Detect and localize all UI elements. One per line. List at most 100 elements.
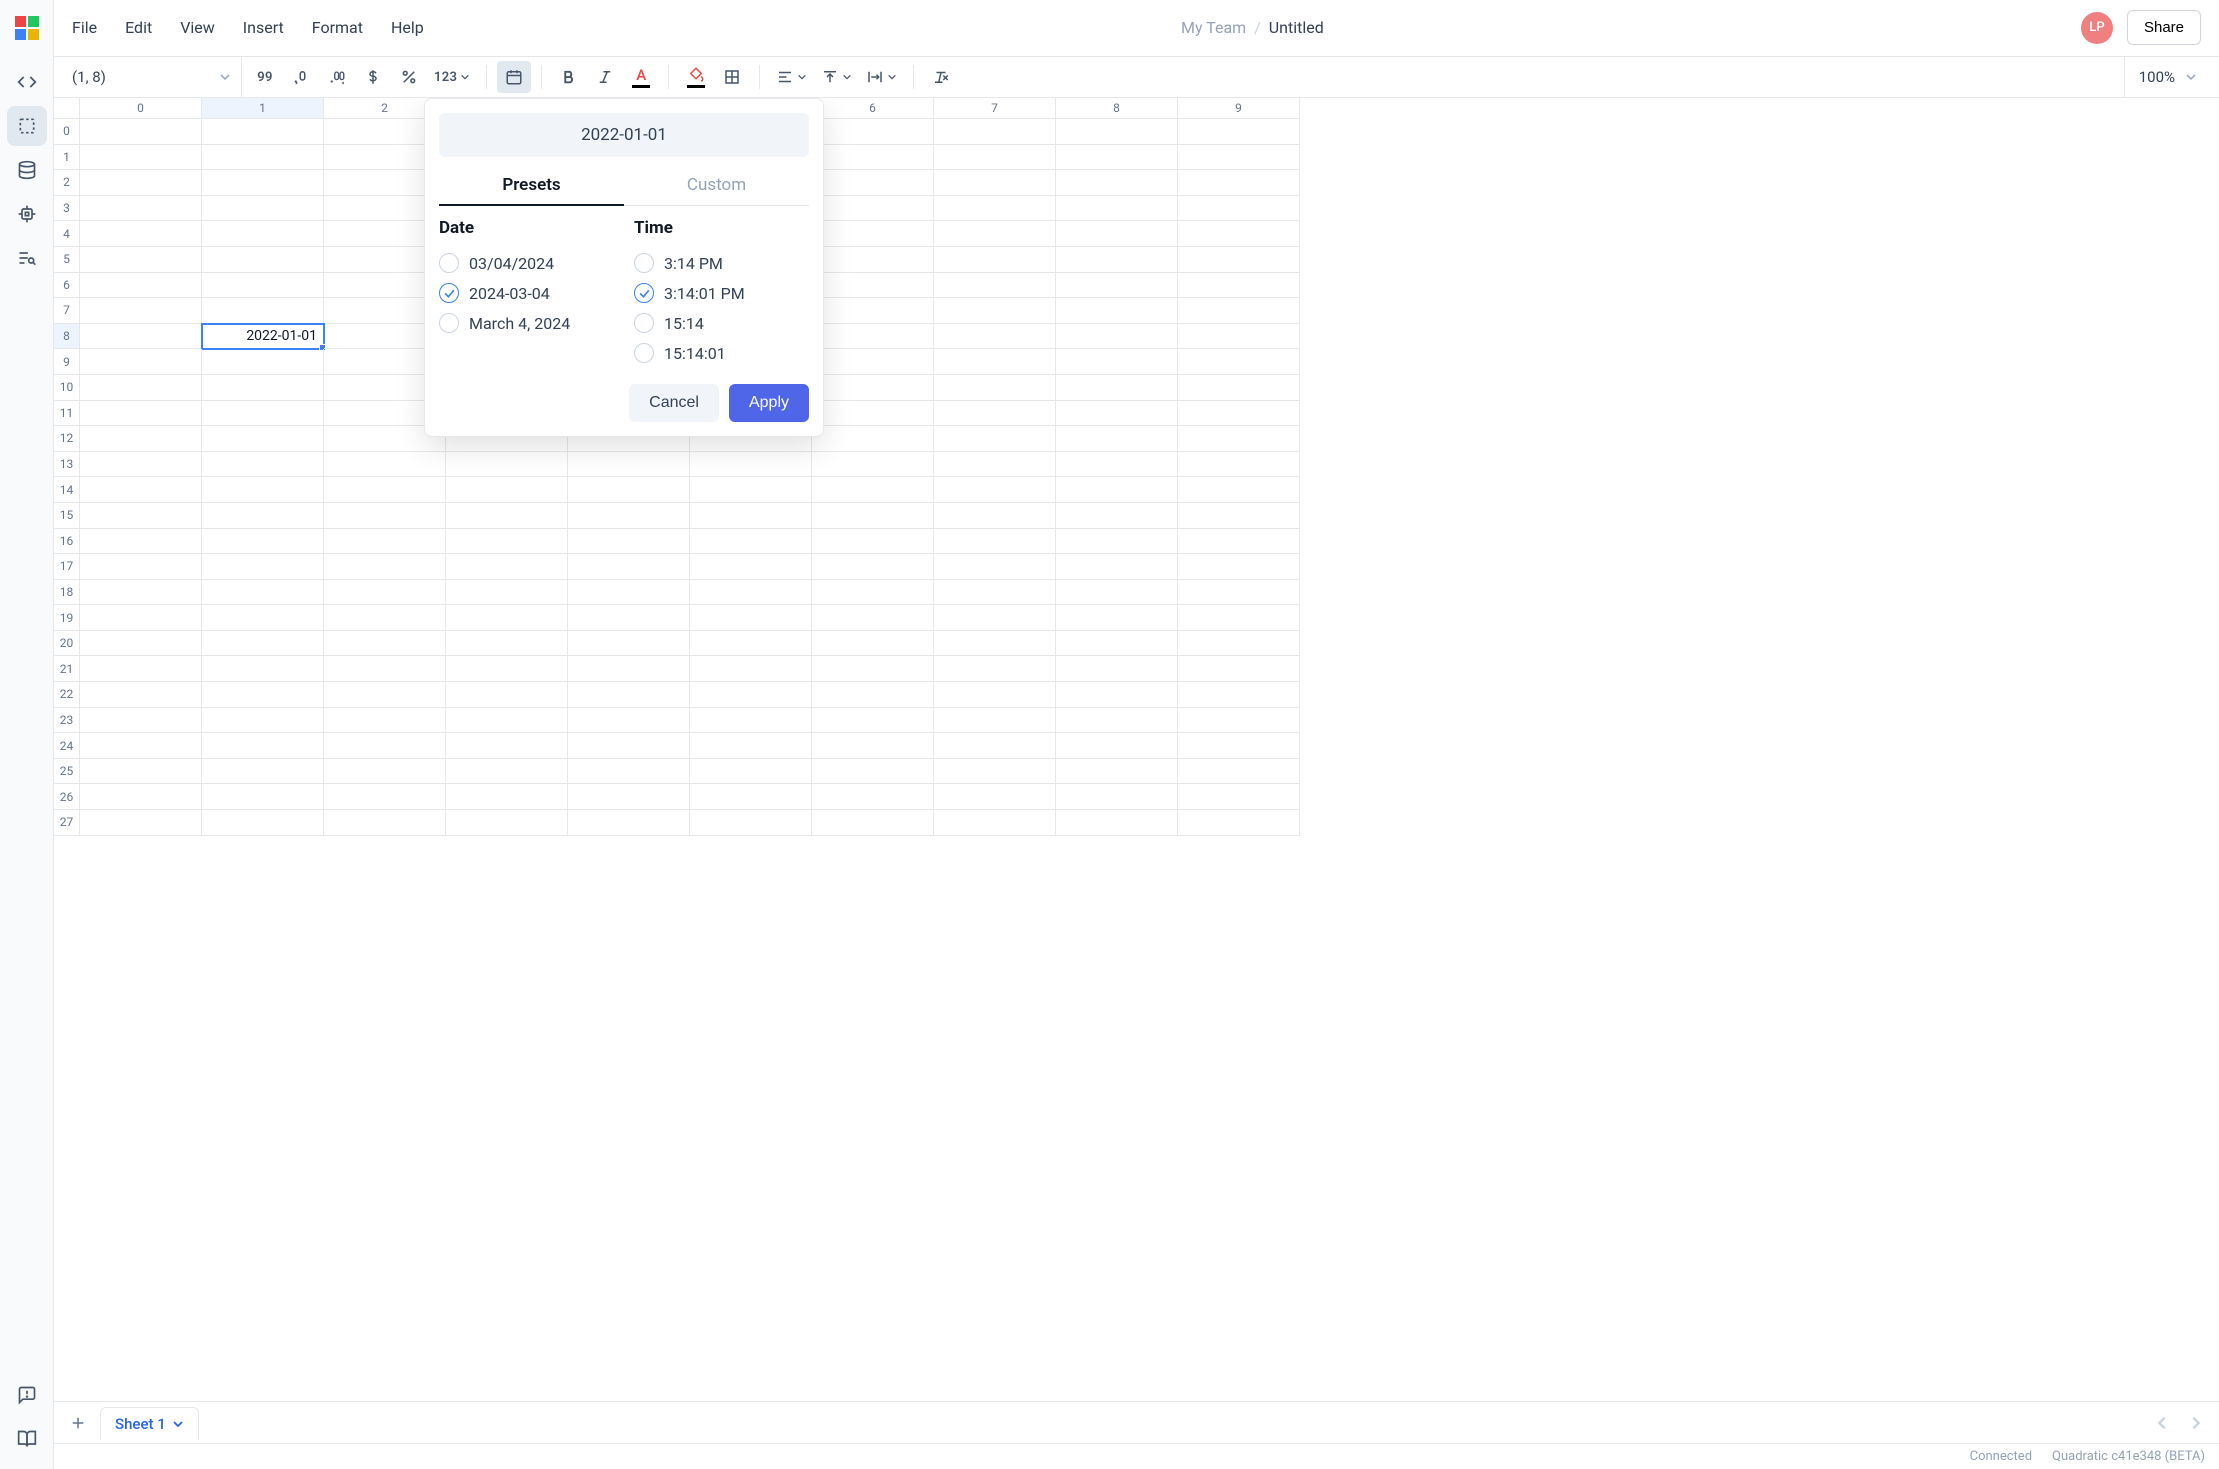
cell-reference[interactable]: (1, 8) [62, 57, 242, 97]
cell[interactable] [812, 247, 934, 273]
time-option[interactable]: 15:14 [634, 308, 809, 338]
cell[interactable] [446, 810, 568, 836]
cell[interactable] [1178, 349, 1300, 375]
cell[interactable] [690, 529, 812, 555]
cell[interactable] [934, 580, 1056, 606]
cell[interactable] [324, 733, 446, 759]
cell[interactable] [690, 452, 812, 478]
cell[interactable] [1178, 784, 1300, 810]
cell[interactable] [690, 554, 812, 580]
cell[interactable] [1056, 529, 1178, 555]
cell[interactable] [1056, 349, 1178, 375]
cell[interactable] [568, 759, 690, 785]
cell[interactable] [1178, 477, 1300, 503]
row-header[interactable]: 27 [54, 810, 80, 836]
cell[interactable] [80, 401, 202, 427]
cell[interactable] [934, 324, 1056, 350]
row-header[interactable]: 18 [54, 580, 80, 606]
row-header[interactable]: 0 [54, 119, 80, 145]
cell[interactable] [1178, 324, 1300, 350]
date-option[interactable]: 2024-03-04 [439, 278, 614, 308]
cell[interactable] [812, 324, 934, 350]
cell[interactable] [568, 529, 690, 555]
cell[interactable] [80, 656, 202, 682]
row-header[interactable]: 1 [54, 145, 80, 171]
cell[interactable] [812, 452, 934, 478]
database-icon[interactable] [7, 150, 47, 190]
cell[interactable] [202, 426, 324, 452]
cell[interactable] [934, 196, 1056, 222]
row-header[interactable]: 26 [54, 784, 80, 810]
cell[interactable] [1056, 503, 1178, 529]
cell[interactable] [324, 605, 446, 631]
cell[interactable] [812, 477, 934, 503]
cell[interactable] [812, 196, 934, 222]
cell[interactable] [812, 273, 934, 299]
cell[interactable] [1178, 452, 1300, 478]
cell[interactable] [1056, 401, 1178, 427]
menu-help[interactable]: Help [391, 18, 424, 37]
cell[interactable] [1056, 784, 1178, 810]
cell[interactable] [324, 554, 446, 580]
cell[interactable] [1178, 119, 1300, 145]
cell[interactable] [202, 733, 324, 759]
cell[interactable] [934, 170, 1056, 196]
cell[interactable] [1056, 733, 1178, 759]
cell[interactable] [446, 784, 568, 810]
cell[interactable] [934, 426, 1056, 452]
row-header[interactable]: 12 [54, 426, 80, 452]
cell[interactable] [568, 810, 690, 836]
cell[interactable] [80, 580, 202, 606]
cell[interactable] [1178, 708, 1300, 734]
sheet-prev-button[interactable] [2147, 1408, 2177, 1438]
cell[interactable] [1056, 759, 1178, 785]
row-header[interactable]: 6 [54, 273, 80, 299]
cell[interactable] [1178, 810, 1300, 836]
cell[interactable] [1178, 503, 1300, 529]
time-option[interactable]: 3:14 PM [634, 248, 809, 278]
clear-format-button[interactable] [924, 61, 958, 93]
date-option[interactable]: 03/04/2024 [439, 248, 614, 278]
tab-presets[interactable]: Presets [439, 165, 624, 205]
cell[interactable] [812, 349, 934, 375]
cell[interactable] [568, 682, 690, 708]
cell[interactable] [934, 529, 1056, 555]
currency-button[interactable] [356, 61, 390, 93]
cell[interactable] [690, 656, 812, 682]
cell[interactable] [812, 580, 934, 606]
cell[interactable] [812, 682, 934, 708]
col-header[interactable]: 1 [202, 98, 324, 119]
cell[interactable] [812, 810, 934, 836]
cell[interactable] [934, 605, 1056, 631]
cell[interactable] [690, 708, 812, 734]
cell[interactable] [1056, 375, 1178, 401]
cell[interactable] [446, 708, 568, 734]
cell[interactable] [324, 656, 446, 682]
cell[interactable] [1056, 221, 1178, 247]
cell[interactable] [324, 682, 446, 708]
cell[interactable] [1178, 682, 1300, 708]
cell[interactable] [80, 605, 202, 631]
cell[interactable] [80, 810, 202, 836]
cell[interactable] [812, 554, 934, 580]
cell[interactable] [202, 682, 324, 708]
cell[interactable] [934, 247, 1056, 273]
cell[interactable] [812, 784, 934, 810]
cell[interactable] [80, 375, 202, 401]
cell[interactable] [690, 733, 812, 759]
cell[interactable] [568, 631, 690, 657]
row-header[interactable]: 7 [54, 298, 80, 324]
cell[interactable] [202, 170, 324, 196]
cell[interactable] [568, 733, 690, 759]
cell[interactable] [812, 298, 934, 324]
grid[interactable]: 0123456789 01234567891011121314151617181… [54, 98, 2219, 1401]
cell[interactable] [446, 554, 568, 580]
cell[interactable] [568, 452, 690, 478]
cell[interactable] [1178, 605, 1300, 631]
cell[interactable] [80, 196, 202, 222]
cell[interactable] [446, 503, 568, 529]
cell[interactable] [202, 477, 324, 503]
row-header[interactable]: 23 [54, 708, 80, 734]
cell[interactable] [934, 452, 1056, 478]
cell[interactable] [1056, 145, 1178, 171]
